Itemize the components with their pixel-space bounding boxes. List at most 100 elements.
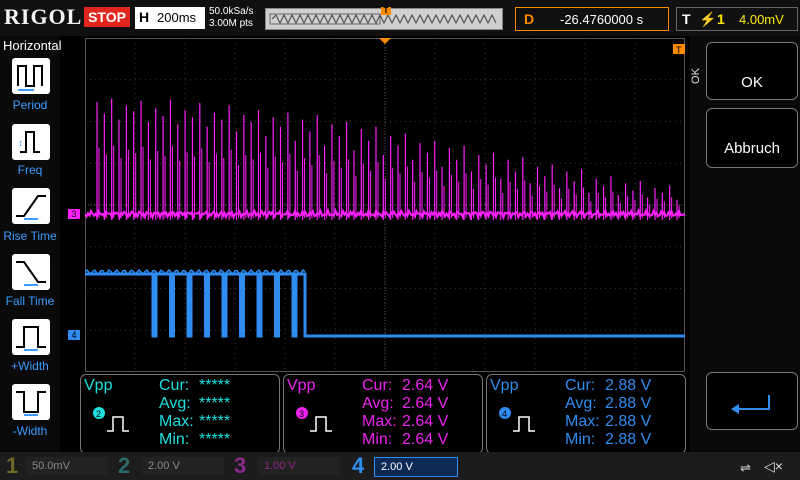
fall-time-label: Fall Time bbox=[5, 294, 55, 308]
ok-button[interactable]: OK bbox=[706, 42, 798, 100]
svg-text:↕: ↕ bbox=[18, 138, 23, 149]
channel-4-scale: 2.00 V bbox=[374, 457, 458, 477]
usb-icon: ⇌ bbox=[740, 460, 751, 475]
cur-value: ***** bbox=[199, 377, 231, 394]
positive-width-button[interactable] bbox=[12, 319, 50, 355]
trigger-level-marker: T bbox=[673, 44, 685, 55]
rise-time-label: Rise Time bbox=[3, 229, 57, 243]
period-label: Period bbox=[12, 98, 48, 112]
memory-position-bar[interactable]: T bbox=[265, 7, 503, 30]
avg-value: 2.88 V bbox=[605, 395, 652, 412]
channel-4-indicator[interactable]: 4 2.00 V bbox=[346, 454, 458, 478]
fall-time-button[interactable] bbox=[12, 254, 50, 290]
trigger-letter: T bbox=[682, 11, 691, 27]
delay-letter: D bbox=[524, 11, 535, 27]
channel-1-scale: 50.0mV bbox=[26, 457, 108, 475]
top-status-bar: RIGOL STOP H 200ms 50.0kSa/s 3.00M pts T… bbox=[0, 0, 800, 36]
channel-4-number: 4 bbox=[352, 453, 365, 478]
min-value: ***** bbox=[199, 431, 231, 448]
trigger-source: 1 bbox=[717, 11, 725, 27]
ch2-badge-number: 2 bbox=[96, 409, 101, 419]
min-value: 2.88 V bbox=[605, 431, 652, 448]
min-value: 2.64 V bbox=[402, 431, 449, 448]
negative-width-icon bbox=[16, 391, 46, 416]
trigger-level: 4.00mV bbox=[739, 12, 784, 27]
enter-arrow-icon bbox=[731, 395, 770, 414]
cur-label: Cur: bbox=[159, 377, 190, 394]
min-label: Min: bbox=[159, 431, 190, 448]
channel-3-indicator[interactable]: 3 1.00 V bbox=[232, 454, 340, 478]
fall-time-icon bbox=[16, 261, 46, 286]
max-value: ***** bbox=[199, 413, 231, 430]
rise-time-button[interactable] bbox=[12, 188, 50, 224]
horizontal-delay-box[interactable]: D -26.4760000 s bbox=[515, 7, 669, 31]
trigger-settings-box[interactable]: T ⚡ 1 4.00mV bbox=[676, 7, 798, 31]
timebase-value: 200ms bbox=[157, 10, 197, 25]
cur-label: Cur: bbox=[362, 377, 393, 394]
ch3-pulse-icon: 3 bbox=[296, 407, 332, 432]
ch3-offset-marker[interactable]: 3 bbox=[68, 209, 80, 219]
mute-icon[interactable]: ◁× bbox=[764, 458, 783, 475]
period-icon bbox=[17, 65, 43, 91]
timebase-letter: H bbox=[139, 9, 150, 25]
measurement-title: Vpp bbox=[490, 377, 519, 394]
ch4-offset-marker[interactable]: 4 bbox=[68, 330, 80, 340]
cur-value: 2.64 V bbox=[402, 377, 449, 394]
avg-label: Avg: bbox=[159, 395, 191, 412]
waveform-display[interactable]: T bbox=[85, 38, 685, 372]
channel-2-scale: 2.00 V bbox=[142, 457, 224, 475]
channel-2-number: 2 bbox=[118, 453, 131, 478]
max-label: Max: bbox=[159, 413, 194, 430]
measurement-title: Vpp bbox=[84, 377, 113, 394]
run-stop-status[interactable]: STOP bbox=[84, 7, 130, 27]
rising-edge-icon: ⚡ bbox=[699, 11, 717, 27]
delay-value: -26.4760000 s bbox=[560, 12, 644, 27]
cur-label: Cur: bbox=[565, 377, 596, 394]
ch4-badge-number: 4 bbox=[502, 409, 507, 419]
trigger-level-marker-label: T bbox=[676, 45, 682, 55]
frequency-button[interactable]: ↕ bbox=[12, 124, 50, 160]
positive-width-label: +Width bbox=[11, 359, 49, 373]
min-label: Min: bbox=[362, 431, 393, 448]
frequency-label: Freq bbox=[17, 163, 43, 177]
timebase-box[interactable]: H 200ms bbox=[135, 7, 205, 29]
channel-3-number: 3 bbox=[234, 453, 247, 478]
trigger-marker-top bbox=[379, 38, 391, 44]
ok-vertical-label: OK bbox=[689, 68, 702, 84]
avg-value: ***** bbox=[199, 395, 231, 412]
channel-2-indicator[interactable]: 2 2.00 V bbox=[116, 454, 224, 478]
channel-3-scale: 1.00 V bbox=[258, 457, 340, 475]
channel-1-indicator[interactable]: 1 50.0mV bbox=[4, 454, 112, 478]
measurement-title: Vpp bbox=[287, 377, 316, 394]
rise-time-icon bbox=[16, 195, 46, 220]
cancel-button-label: Abbruch bbox=[724, 140, 780, 157]
period-button[interactable] bbox=[12, 58, 50, 94]
cur-value: 2.88 V bbox=[605, 377, 652, 394]
negative-width-label: -Width bbox=[12, 424, 48, 438]
ok-button-label: OK bbox=[741, 74, 763, 91]
channel-1-number: 1 bbox=[6, 453, 19, 478]
negative-width-button[interactable] bbox=[12, 384, 50, 420]
trigger-position-marker: T bbox=[381, 7, 391, 15]
sample-rate: 50.0kSa/s bbox=[209, 6, 254, 17]
max-label: Max: bbox=[362, 413, 397, 430]
cancel-button[interactable]: Abbruch bbox=[706, 108, 798, 168]
panel-title: Horizontal bbox=[3, 38, 62, 53]
max-label: Max: bbox=[565, 413, 600, 430]
max-value: 2.88 V bbox=[605, 413, 652, 430]
channel-status-bar: 1 50.0mV 2 2.00 V 3 1.00 V 4 2.00 V ⇌ ◁× bbox=[0, 452, 800, 480]
rigol-logo: RIGOL bbox=[4, 4, 83, 29]
min-label: Min: bbox=[565, 431, 596, 448]
measurement-panel-ch2[interactable]: Vpp 2 Cur: ***** Avg: ***** Max: ***** M… bbox=[80, 374, 280, 454]
measurement-panel-ch3[interactable]: Vpp 3 Cur: 2.64 V Avg: 2.64 V Max: 2.64 … bbox=[283, 374, 483, 454]
memory-depth: 3.00M pts bbox=[209, 18, 253, 29]
acquisition-info: 50.0kSa/s 3.00M pts bbox=[209, 6, 253, 30]
measurement-panel-ch4[interactable]: Vpp 4 Cur: 2.88 V Avg: 2.88 V Max: 2.88 … bbox=[486, 374, 686, 454]
horizontal-measure-panel: Horizontal Period ↕ Freq Rise Time Fall … bbox=[0, 36, 62, 452]
avg-value: 2.64 V bbox=[402, 395, 449, 412]
ch4-pulse-icon: 4 bbox=[499, 407, 535, 432]
ch3-badge-number: 3 bbox=[299, 409, 304, 419]
avg-label: Avg: bbox=[362, 395, 394, 412]
max-value: 2.64 V bbox=[402, 413, 449, 430]
enter-button[interactable] bbox=[706, 372, 798, 430]
